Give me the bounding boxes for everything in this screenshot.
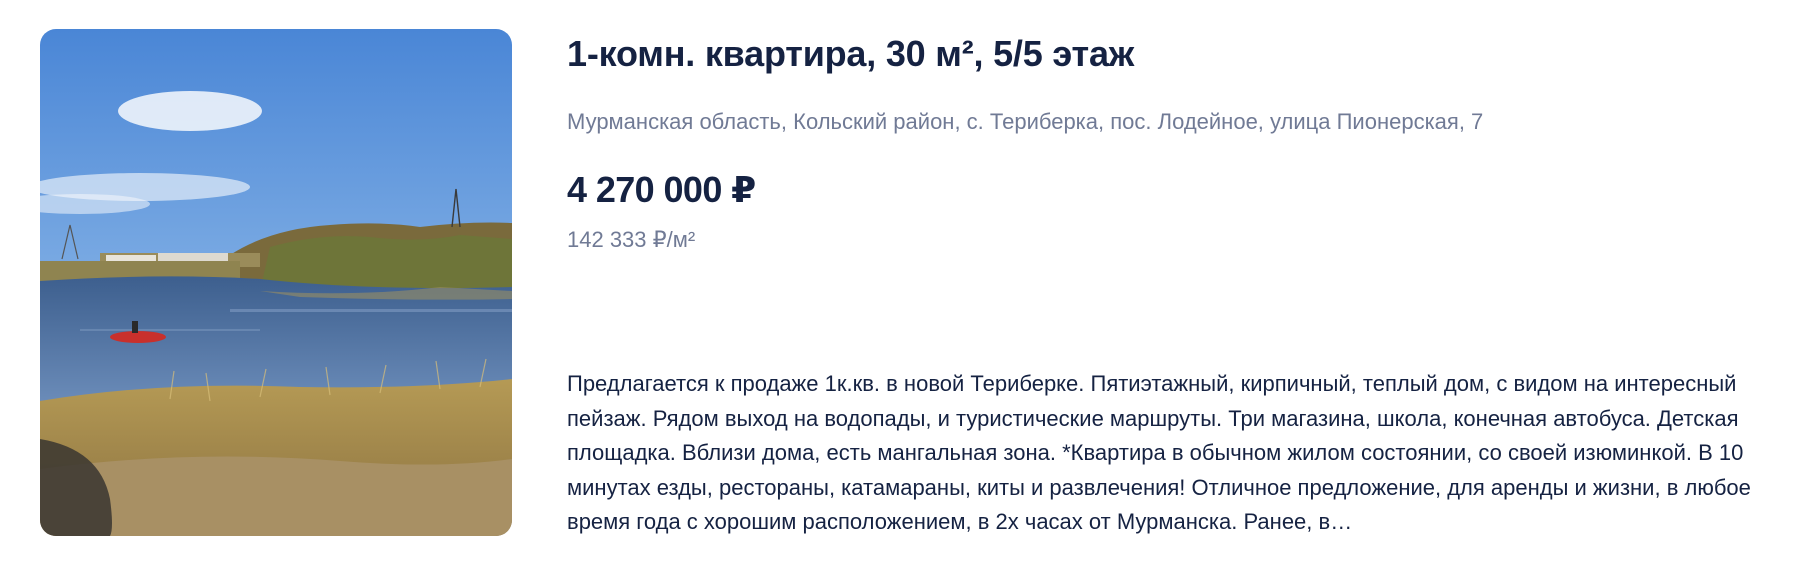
- listing-address[interactable]: Мурманская область, Кольский район, с. Т…: [567, 108, 1483, 136]
- listing-card[interactable]: 1-комн. квартира, 30 м², 5/5 этаж Мурман…: [0, 0, 1803, 569]
- listing-title[interactable]: 1-комн. квартира, 30 м², 5/5 этаж: [567, 32, 1134, 76]
- price-per-square-meter: 142 333 ₽/м²: [567, 227, 696, 252]
- listing-description: Предлагается к продаже 1к.кв. в новой Те…: [567, 371, 1751, 534]
- landscape-image: [40, 29, 512, 536]
- listing-photo[interactable]: [40, 29, 512, 536]
- listing-price: 4 270 000 ₽: [567, 169, 756, 210]
